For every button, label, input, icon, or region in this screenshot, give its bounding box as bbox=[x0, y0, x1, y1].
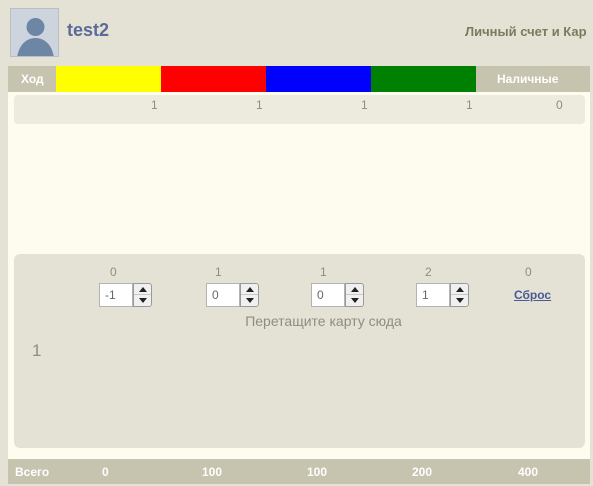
color-swatch-green bbox=[371, 66, 476, 92]
arrow-down-icon bbox=[350, 298, 359, 303]
avatar[interactable] bbox=[10, 8, 59, 57]
arrow-down-icon bbox=[138, 298, 147, 303]
header: test2 Личный счет и Кар bbox=[0, 0, 593, 62]
total-yellow: 0 bbox=[102, 465, 109, 479]
counts-row bbox=[14, 95, 585, 124]
color-swatch-red bbox=[161, 66, 266, 92]
spinner-green bbox=[416, 283, 469, 307]
spinner-input-yellow[interactable] bbox=[99, 283, 133, 307]
zone-number-green: 2 bbox=[425, 265, 432, 279]
count-yellow: 1 bbox=[151, 98, 158, 112]
total-red: 100 bbox=[202, 465, 223, 479]
decrement-button[interactable] bbox=[241, 295, 258, 306]
total-green: 200 bbox=[412, 465, 433, 479]
spinner-red bbox=[206, 283, 259, 307]
arrow-down-icon bbox=[455, 298, 464, 303]
zone-number-red: 1 bbox=[215, 265, 222, 279]
count-green: 1 bbox=[466, 98, 473, 112]
user-silhouette-icon bbox=[11, 9, 58, 56]
arrow-up-icon bbox=[350, 286, 359, 292]
turn-number: 1 bbox=[32, 341, 42, 360]
spinner-yellow bbox=[99, 283, 152, 307]
spinner-input-green[interactable] bbox=[416, 283, 450, 307]
increment-button[interactable] bbox=[241, 284, 258, 295]
spinner-buttons bbox=[133, 283, 152, 307]
decrement-button[interactable] bbox=[346, 295, 363, 306]
total-blue: 100 bbox=[307, 465, 328, 479]
increment-button[interactable] bbox=[346, 284, 363, 295]
arrow-down-icon bbox=[245, 298, 254, 303]
spinner-blue bbox=[311, 283, 364, 307]
increment-button[interactable] bbox=[134, 284, 151, 295]
spinner-input-blue[interactable] bbox=[311, 283, 345, 307]
zone-number-blue: 1 bbox=[320, 265, 327, 279]
count-red: 1 bbox=[256, 98, 263, 112]
spinner-input-red[interactable] bbox=[206, 283, 240, 307]
color-swatch-yellow bbox=[56, 66, 161, 92]
spinner-buttons bbox=[345, 283, 364, 307]
totals-bar: Всего 0 100 100 200 400 bbox=[8, 459, 590, 484]
cash-label: Наличные bbox=[497, 72, 559, 86]
decrement-button[interactable] bbox=[451, 295, 468, 306]
reset-link[interactable]: Сброс bbox=[514, 288, 551, 302]
spinner-buttons bbox=[240, 283, 259, 307]
zone-number-cash: 0 bbox=[525, 265, 532, 279]
arrow-up-icon bbox=[245, 286, 254, 292]
color-swatch-blue bbox=[266, 66, 371, 92]
count-cash: 0 bbox=[556, 98, 563, 112]
drop-hint: Перетащите карту сюда bbox=[245, 313, 402, 329]
arrow-up-icon bbox=[138, 286, 147, 292]
turn-label: Ход bbox=[21, 72, 44, 86]
totals-label: Всего bbox=[15, 465, 50, 479]
zone-number-yellow: 0 bbox=[110, 265, 117, 279]
arrow-up-icon bbox=[455, 286, 464, 292]
spinner-buttons bbox=[450, 283, 469, 307]
count-blue: 1 bbox=[361, 98, 368, 112]
increment-button[interactable] bbox=[451, 284, 468, 295]
total-cash: 400 bbox=[518, 465, 539, 479]
account-link[interactable]: Личный счет и Кар bbox=[465, 24, 587, 39]
username[interactable]: test2 bbox=[67, 20, 109, 41]
decrement-button[interactable] bbox=[134, 295, 151, 306]
